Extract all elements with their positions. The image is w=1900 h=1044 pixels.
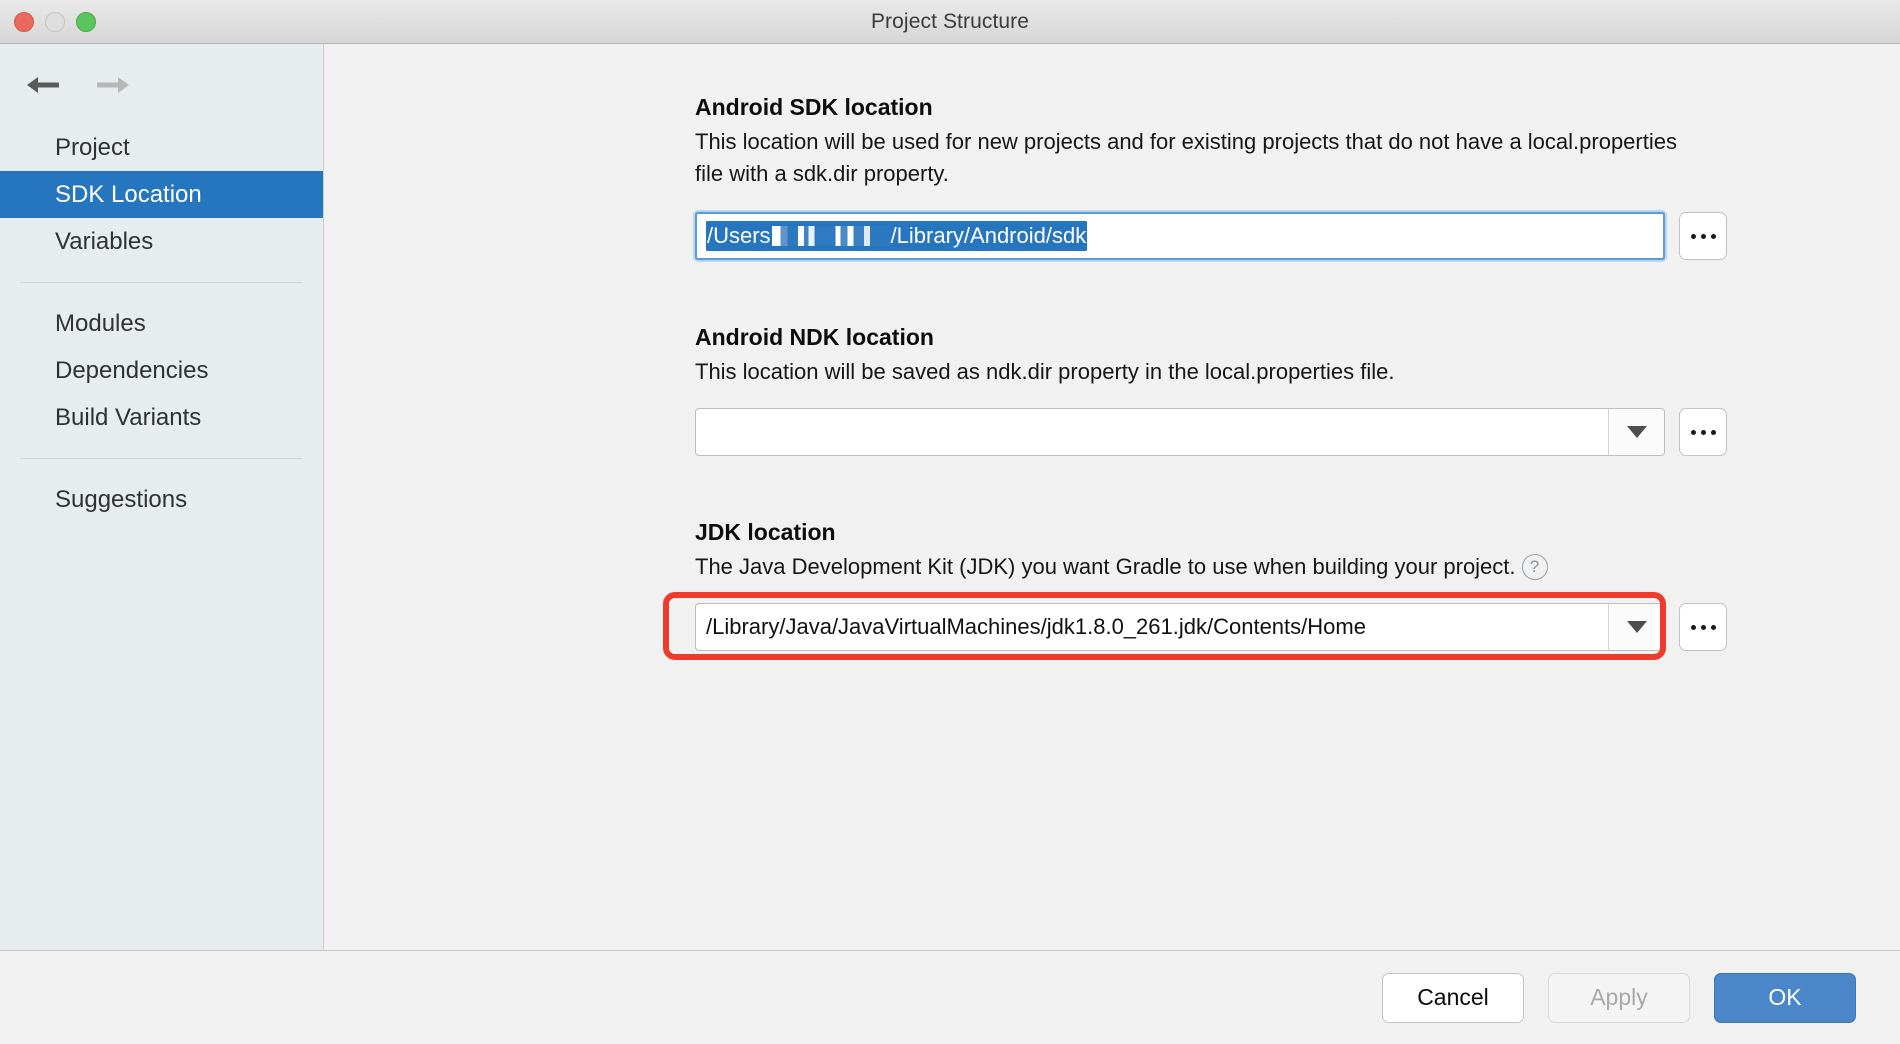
cancel-button[interactable]: Cancel xyxy=(1382,972,1524,1023)
sidebar-item-label: Dependencies xyxy=(55,356,209,384)
ellipsis-dot-icon xyxy=(1700,624,1706,630)
sidebar-item-label: Modules xyxy=(55,309,146,337)
redacted-username xyxy=(771,226,890,246)
chevron-down-icon xyxy=(1626,621,1647,633)
ellipsis-dot-icon xyxy=(1710,624,1716,630)
sidebar-item-sdk-location[interactable]: SDK Location xyxy=(0,171,323,218)
jdk-section-description-row: The Java Development Kit (JDK) you want … xyxy=(695,551,1705,583)
ellipsis-dot-icon xyxy=(1710,233,1716,239)
jdk-browse-button[interactable] xyxy=(1679,603,1727,651)
ndk-browse-button[interactable] xyxy=(1679,408,1727,456)
sdk-section-description: This location will be used for new proje… xyxy=(695,129,1677,186)
sdk-path-prefix: /Users xyxy=(707,223,771,248)
jdk-dropdown-button[interactable] xyxy=(1608,604,1664,650)
ellipsis-dot-icon xyxy=(1700,233,1706,239)
help-icon[interactable]: ? xyxy=(1521,554,1548,580)
sidebar-divider-1 xyxy=(20,282,303,283)
ndk-dropdown-button[interactable] xyxy=(1608,409,1664,455)
sidebar-nav-list: Project SDK Location Variables Modules D… xyxy=(0,124,323,523)
sdk-path-input[interactable]: /Users/Library/Android/sdk xyxy=(695,212,1665,260)
maximize-window-icon[interactable] xyxy=(76,12,96,32)
sidebar-item-build-variants[interactable]: Build Variants xyxy=(0,394,323,441)
ndk-section-description: This location will be saved as ndk.dir p… xyxy=(695,359,1395,384)
forward-arrow-icon[interactable] xyxy=(92,68,134,102)
ellipsis-dot-icon xyxy=(1690,233,1696,239)
apply-button[interactable]: Apply xyxy=(1548,972,1690,1023)
ndk-location-row xyxy=(695,408,1727,456)
project-structure-dialog: Project Structure Project SDK Location V… xyxy=(0,0,1900,1044)
sidebar-item-label: Build Variants xyxy=(55,403,202,431)
back-arrow-icon[interactable] xyxy=(22,68,64,102)
window-titlebar: Project Structure xyxy=(0,0,1900,44)
sidebar-item-variables[interactable]: Variables xyxy=(0,218,323,265)
sidebar-item-suggestions[interactable]: Suggestions xyxy=(0,476,323,523)
navigation-arrows xyxy=(0,60,323,124)
jdk-path-value[interactable]: /Library/Java/JavaVirtualMachines/jdk1.8… xyxy=(696,614,1608,640)
content-pane: Android SDK location This location will … xyxy=(324,44,1900,950)
jdk-section-description: The Java Development Kit (JDK) you want … xyxy=(695,554,1516,579)
sidebar-item-modules[interactable]: Modules xyxy=(0,300,323,347)
sidebar-item-project[interactable]: Project xyxy=(0,124,323,171)
close-window-icon[interactable] xyxy=(14,12,34,32)
window-title: Project Structure xyxy=(870,9,1030,33)
ndk-section-title: Android NDK location xyxy=(695,324,934,350)
ndk-path-combobox[interactable] xyxy=(695,408,1665,456)
sdk-location-row: /Users/Library/Android/sdk xyxy=(695,212,1727,260)
sidebar-item-dependencies[interactable]: Dependencies xyxy=(0,347,323,394)
dialog-footer: Cancel Apply OK xyxy=(0,950,1900,1044)
dialog-body: Project SDK Location Variables Modules D… xyxy=(0,44,1900,950)
sdk-browse-button[interactable] xyxy=(1679,212,1727,260)
ellipsis-dot-icon xyxy=(1700,429,1706,435)
sidebar-divider-2 xyxy=(20,458,303,459)
sidebar: Project SDK Location Variables Modules D… xyxy=(0,44,324,950)
sidebar-item-label: Variables xyxy=(55,227,154,255)
jdk-location-row: /Library/Java/JavaVirtualMachines/jdk1.8… xyxy=(695,603,1727,651)
sdk-path-suffix: /Library/Android/sdk xyxy=(890,223,1087,248)
sdk-path-selected-text: /Users/Library/Android/sdk xyxy=(706,221,1088,251)
window-controls xyxy=(14,0,96,44)
android-ndk-location-section: Android NDK location This location will … xyxy=(695,324,1727,456)
sdk-section-title: Android SDK location xyxy=(695,94,933,120)
minimize-window-icon[interactable] xyxy=(45,12,65,32)
ellipsis-dot-icon xyxy=(1690,429,1696,435)
sidebar-item-label: SDK Location xyxy=(55,180,202,208)
android-sdk-location-section: Android SDK location This location will … xyxy=(695,94,1727,260)
ellipsis-dot-icon xyxy=(1690,624,1696,630)
chevron-down-icon xyxy=(1626,426,1647,438)
jdk-section-title: JDK location xyxy=(695,519,836,545)
ok-button[interactable]: OK xyxy=(1714,972,1856,1023)
sidebar-item-label: Suggestions xyxy=(55,485,188,513)
ellipsis-dot-icon xyxy=(1710,429,1716,435)
jdk-path-combobox[interactable]: /Library/Java/JavaVirtualMachines/jdk1.8… xyxy=(695,603,1665,651)
jdk-location-section: JDK location The Java Development Kit (J… xyxy=(695,519,1727,651)
sidebar-item-label: Project xyxy=(55,133,130,161)
